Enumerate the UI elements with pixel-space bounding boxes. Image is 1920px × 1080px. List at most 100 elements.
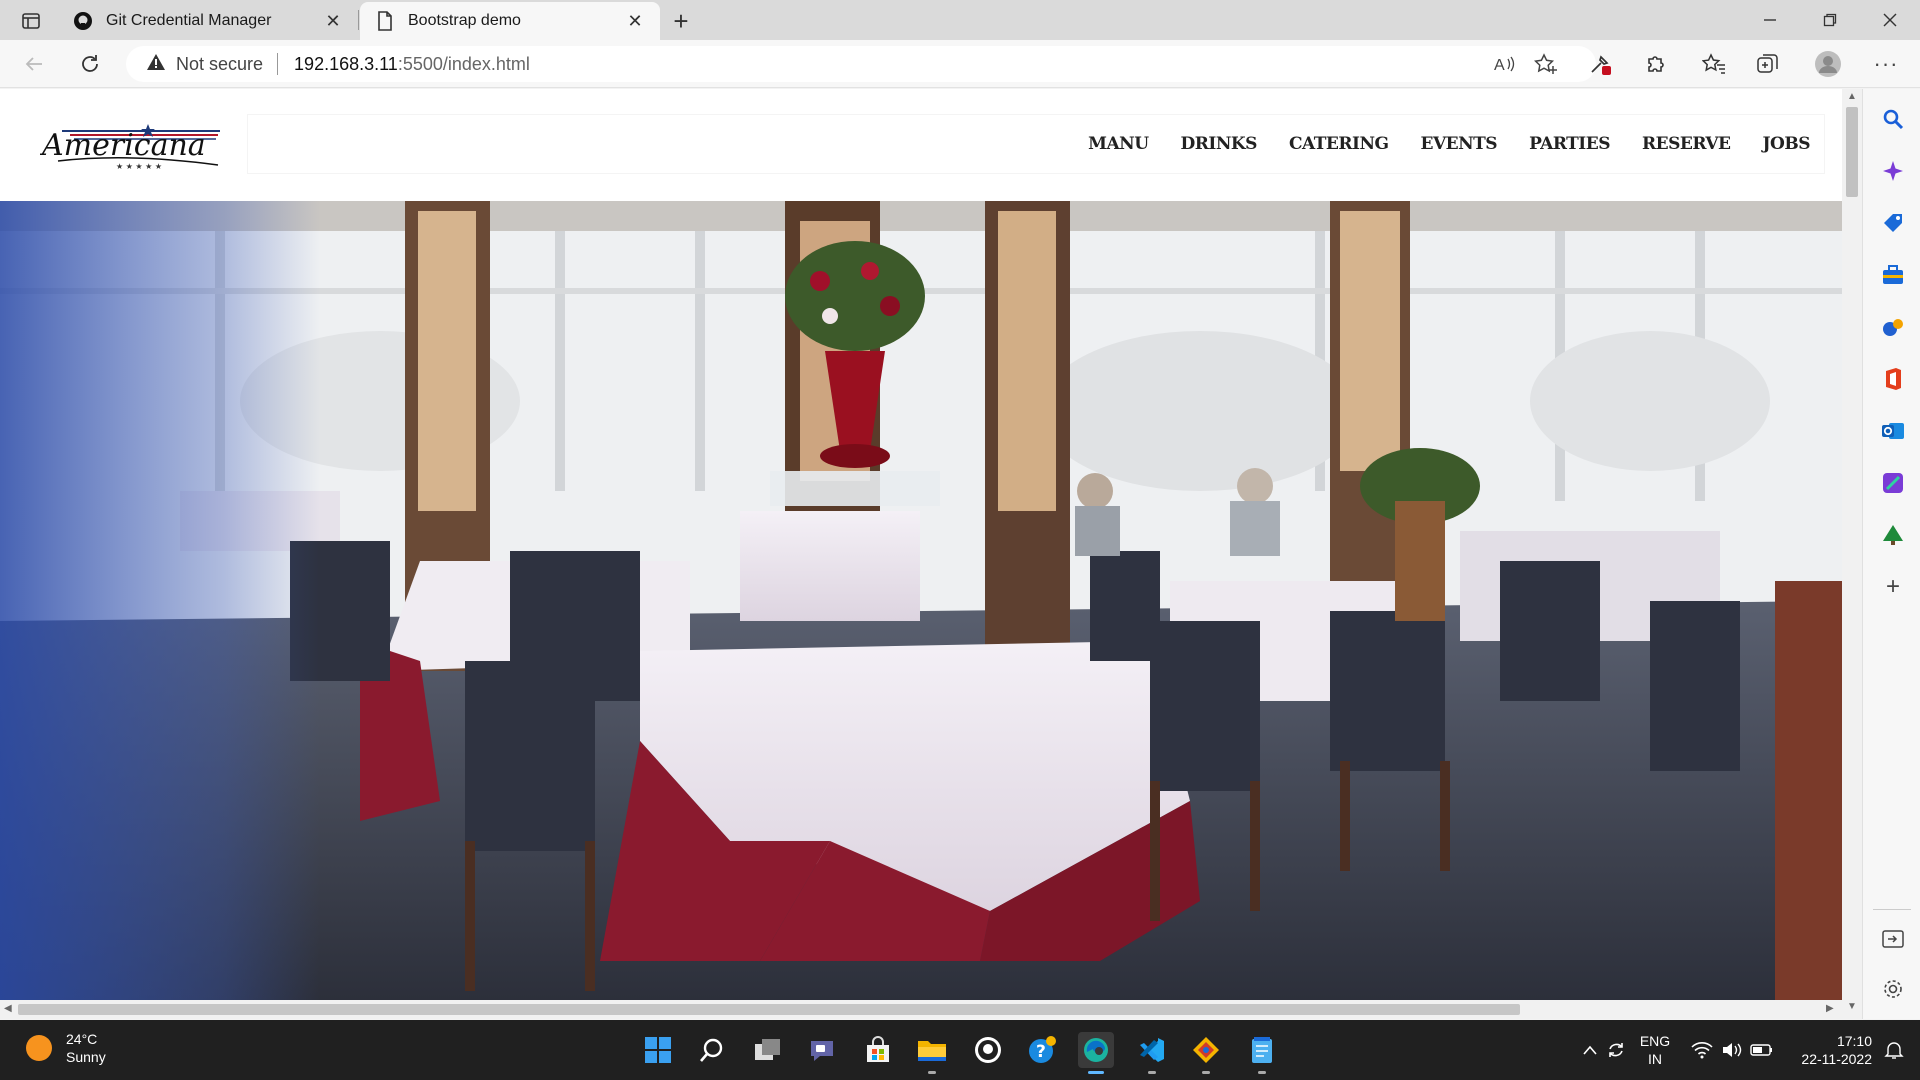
weather-widget[interactable]: 24°C Sunny	[26, 1030, 106, 1066]
system-clock[interactable]: 17:10 22-11-2022	[1782, 1032, 1872, 1068]
input-language[interactable]: ENG IN	[1630, 1032, 1680, 1068]
security-label[interactable]: Not secure	[176, 54, 263, 75]
notepad-button[interactable]	[1244, 1032, 1280, 1074]
nav-link-manu[interactable]: MANU	[1088, 134, 1149, 154]
git-app-button[interactable]	[1188, 1032, 1224, 1074]
edge-browser-button[interactable]	[1078, 1032, 1114, 1074]
extensions-button[interactable]	[1640, 48, 1672, 80]
site-logo[interactable]: Americana ★ ★ ★ ★ ★	[39, 113, 228, 173]
close-tab-icon[interactable]: ✕	[322, 10, 344, 32]
tab-bootstrap-demo[interactable]: Bootstrap demo ✕	[360, 2, 660, 40]
svg-text:★ ★ ★ ★ ★: ★ ★ ★ ★ ★	[116, 162, 162, 171]
add-favorite-icon[interactable]	[1532, 50, 1560, 78]
back-button[interactable]	[18, 48, 50, 80]
edge-sidebar: +	[1862, 89, 1920, 1019]
vertical-scrollbar[interactable]: ▲ ▼	[1842, 89, 1862, 1019]
search-icon[interactable]	[1879, 105, 1907, 133]
nav-link-catering[interactable]: CATERING	[1289, 134, 1389, 154]
task-view-button[interactable]	[750, 1032, 786, 1068]
favorites-icon	[1702, 53, 1725, 74]
address-bar[interactable]: Not secure 192.168.3.11 :5500/index.html…	[126, 46, 1596, 82]
copilot-sparkle-icon[interactable]	[1879, 157, 1907, 185]
tree-icon[interactable]	[1879, 521, 1907, 549]
git-diamond-icon	[1193, 1037, 1219, 1063]
running-indicator	[1258, 1071, 1266, 1074]
restore-button[interactable]	[1800, 0, 1860, 40]
weather-temp: 24°C	[66, 1031, 98, 1047]
gear-icon[interactable]	[1879, 975, 1907, 1003]
help-button[interactable]: ?	[1024, 1032, 1060, 1068]
nav-link-jobs[interactable]: JOBS	[1763, 134, 1811, 154]
hide-sidebar-icon[interactable]	[1879, 925, 1907, 953]
github-icon	[975, 1037, 1001, 1063]
url-path: :5500/index.html	[397, 53, 530, 74]
github-icon	[72, 10, 94, 32]
store-icon	[867, 1036, 889, 1062]
scrollbar-thumb[interactable]	[18, 1004, 1520, 1015]
search-button[interactable]	[694, 1032, 730, 1068]
file-explorer-button[interactable]	[914, 1032, 950, 1074]
edge-icon	[1084, 1038, 1108, 1062]
minimize-button[interactable]	[1740, 0, 1800, 40]
warning-icon[interactable]	[146, 53, 166, 76]
read-aloud-icon[interactable]: A	[1490, 50, 1518, 78]
eyedropper-icon	[1591, 55, 1611, 75]
active-indicator	[1088, 1071, 1104, 1074]
tab-separator	[358, 10, 359, 30]
github-desktop-button[interactable]	[970, 1032, 1006, 1068]
battery-tray-button[interactable]	[1744, 1032, 1780, 1068]
divider	[1873, 909, 1911, 910]
games-icon[interactable]	[1879, 313, 1907, 341]
horizontal-scrollbar[interactable]: ◀ ▶	[0, 1000, 1842, 1019]
scroll-down-icon[interactable]: ▼	[1846, 1001, 1858, 1013]
designer-icon[interactable]	[1879, 469, 1907, 497]
collections-icon	[1757, 54, 1778, 73]
windows-icon	[645, 1037, 671, 1063]
close-icon	[1883, 13, 1897, 27]
nav-link-events[interactable]: EVENTS	[1421, 134, 1498, 154]
store-button[interactable]	[860, 1032, 896, 1068]
nav-link-drinks[interactable]: DRINKS	[1181, 134, 1258, 154]
shopping-tag-icon[interactable]	[1879, 209, 1907, 237]
chat-icon	[811, 1041, 833, 1061]
nav-menu: MANU DRINKS CATERING EVENTS PARTIES RESE…	[248, 115, 1824, 173]
running-indicator	[1202, 1071, 1210, 1074]
add-app-icon[interactable]: +	[1879, 573, 1907, 601]
settings-more-button[interactable]: ···	[1870, 48, 1902, 80]
profile-button[interactable]	[1812, 48, 1844, 80]
notifications-button[interactable]	[1876, 1032, 1912, 1068]
extension-picker-button[interactable]	[1584, 48, 1616, 80]
tab-actions-button[interactable]	[14, 8, 48, 34]
vscode-button[interactable]	[1134, 1032, 1170, 1074]
new-tab-button[interactable]: +	[666, 6, 696, 36]
scroll-left-icon[interactable]: ◀	[4, 1003, 12, 1014]
nav-link-reserve[interactable]: RESERVE	[1642, 134, 1731, 154]
office-icon[interactable]	[1879, 365, 1907, 393]
teams-chat-button[interactable]	[804, 1032, 840, 1068]
favorites-button[interactable]	[1698, 48, 1730, 80]
tab-git-credential-manager[interactable]: Git Credential Manager ✕	[58, 2, 358, 40]
sync-tray-button[interactable]	[1598, 1032, 1634, 1068]
collections-button[interactable]	[1752, 48, 1784, 80]
nav-link-parties[interactable]: PARTIES	[1529, 134, 1610, 154]
refresh-button[interactable]	[74, 48, 106, 80]
scroll-up-icon[interactable]: ▲	[1846, 91, 1858, 103]
tab-title: Bootstrap demo	[408, 12, 521, 29]
tools-briefcase-icon[interactable]	[1879, 261, 1907, 289]
close-tab-icon[interactable]: ✕	[624, 10, 646, 32]
running-indicator	[1148, 1071, 1156, 1074]
minimize-icon	[1764, 19, 1776, 21]
site-navbar: Americana ★ ★ ★ ★ ★ MANU DRINKS CATERING…	[0, 89, 1842, 201]
scrollbar-thumb[interactable]	[1846, 107, 1858, 197]
close-window-button[interactable]	[1860, 0, 1920, 40]
scroll-right-icon[interactable]: ▶	[1826, 1003, 1834, 1014]
hero-restaurant-image	[0, 201, 1842, 1001]
more-icon: ···	[1873, 51, 1899, 76]
start-button[interactable]	[640, 1032, 676, 1068]
page-icon	[374, 10, 396, 32]
lang-primary: ENG	[1639, 1033, 1671, 1049]
outlook-icon[interactable]	[1879, 417, 1907, 445]
browser-toolbar: Not secure 192.168.3.11 :5500/index.html…	[0, 40, 1920, 88]
sync-icon	[1609, 1043, 1623, 1057]
refresh-icon	[82, 55, 98, 72]
